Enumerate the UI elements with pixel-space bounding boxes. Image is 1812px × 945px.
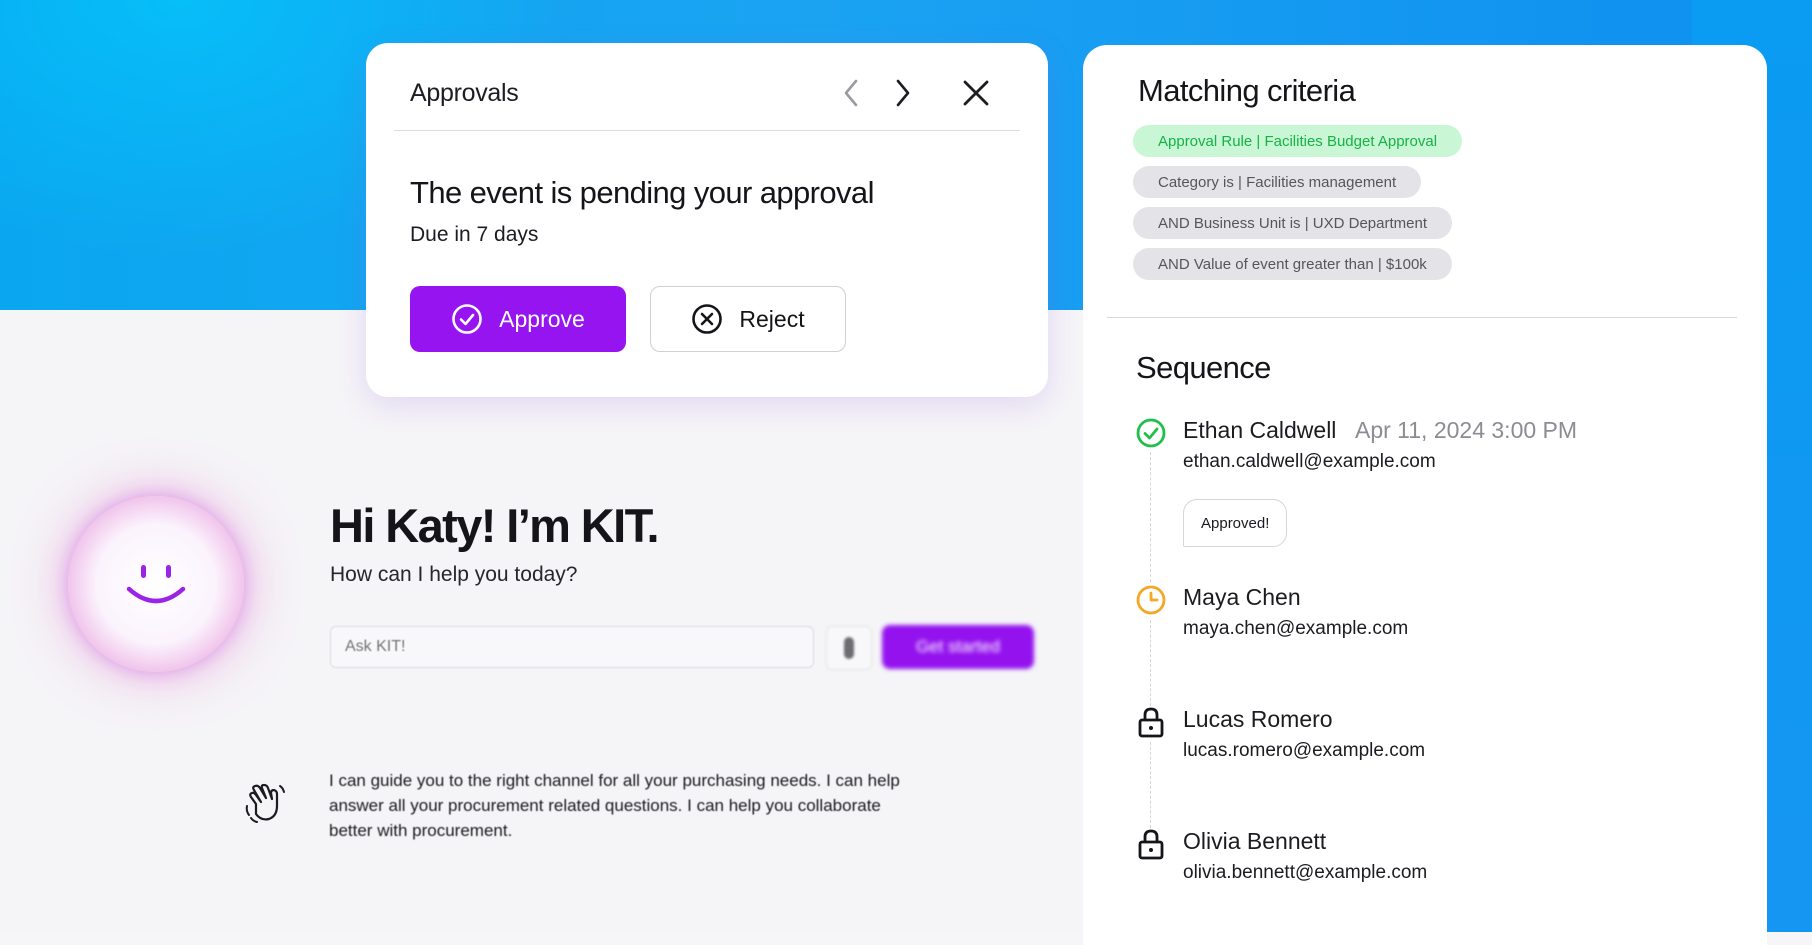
smiley-face-icon	[126, 565, 186, 604]
criteria-chip-event-value: AND Value of event greater than | $100k	[1133, 248, 1452, 280]
sequence-title: Sequence	[1136, 350, 1271, 385]
criteria-chip-approval-rule: Approval Rule | Facilities Budget Approv…	[1133, 125, 1463, 157]
check-circle-icon	[1135, 417, 1167, 449]
close-icon[interactable]	[958, 75, 994, 111]
reject-label: Reject	[739, 305, 805, 332]
timeline-connector	[1150, 620, 1151, 706]
kit-greeting-subtitle: How can I help you today?	[330, 563, 578, 586]
attach-button[interactable]	[826, 626, 872, 670]
approval-comment: Approved!	[1183, 499, 1288, 547]
criteria-chip-business-unit: AND Business Unit is | UXD Department	[1133, 207, 1452, 239]
pending-title: The event is pending your approval	[410, 175, 874, 210]
lock-icon	[1135, 706, 1167, 738]
kit-greeting-title: Hi Katy! I’m KIT.	[330, 499, 660, 552]
paperclip-icon	[844, 637, 854, 659]
approve-label: Approve	[499, 305, 585, 332]
approvals-card: Approvals The event is pending your appr…	[366, 43, 1048, 397]
criteria-chip-category: Category is | Facilities management	[1133, 166, 1422, 198]
due-text: Due in 7 days	[410, 223, 539, 246]
clock-icon	[1135, 584, 1167, 616]
approver-email: ethan.caldwell@example.com	[1183, 451, 1436, 472]
chevron-left-icon[interactable]	[834, 75, 870, 111]
approver-name: Ethan Caldwell	[1183, 417, 1337, 443]
timeline-connector	[1150, 452, 1151, 582]
reject-button[interactable]: Reject	[650, 286, 846, 352]
approver-name: Lucas Romero	[1183, 706, 1333, 732]
approval-details-panel: Matching criteria Approval Rule | Facili…	[1083, 45, 1767, 945]
timeline-connector	[1150, 742, 1151, 828]
approve-button[interactable]: Approve	[410, 286, 626, 352]
approver-email: olivia.bennett@example.com	[1183, 862, 1428, 883]
matching-criteria-title: Matching criteria	[1138, 73, 1356, 108]
approvals-title: Approvals	[410, 78, 519, 107]
approvals-header: Approvals	[410, 73, 1004, 113]
kit-avatar	[68, 496, 244, 672]
chevron-right-icon[interactable]	[884, 75, 920, 111]
panel-divider	[1107, 317, 1737, 318]
lock-icon	[1135, 828, 1167, 860]
approver-name: Olivia Bennett	[1183, 828, 1327, 854]
waving-hand-icon	[245, 783, 285, 823]
approval-timestamp: Apr 11, 2024 3:00 PM	[1355, 417, 1578, 443]
header-divider	[394, 130, 1020, 131]
check-circle-icon	[452, 304, 482, 334]
x-circle-icon	[692, 304, 723, 334]
approver-email: maya.chen@example.com	[1183, 618, 1409, 639]
ask-kit-input[interactable]	[330, 626, 814, 668]
approver-name: Maya Chen	[1183, 584, 1301, 610]
kit-guide-text: I can guide you to the right channel for…	[329, 771, 900, 840]
get-started-button[interactable]: Get started	[882, 625, 1034, 669]
approver-email: lucas.romero@example.com	[1183, 740, 1426, 761]
